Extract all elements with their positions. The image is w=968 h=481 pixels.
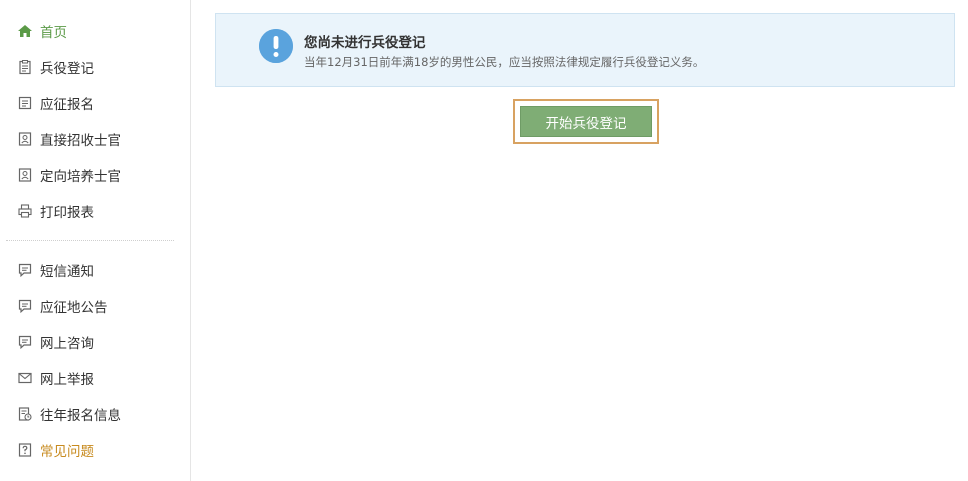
notice-title: 您尚未进行兵役登记 (304, 35, 426, 51)
chat-icon (17, 262, 33, 278)
exclamation-icon (259, 29, 293, 63)
sidebar-item-label: 应征报名 (40, 97, 94, 113)
document-icon (17, 95, 33, 111)
printer-icon (17, 203, 33, 219)
chat-icon (17, 298, 33, 314)
sidebar-item-online-consult[interactable]: 网上咨询 (0, 324, 190, 360)
sidebar-item-label: 应征地公告 (40, 300, 108, 316)
sidebar-item-label: 兵役登记 (40, 61, 94, 77)
sidebar-item-label: 网上咨询 (40, 336, 94, 352)
start-button-highlight-frame: 开始兵役登记 (513, 99, 659, 144)
sidebar-item-label: 短信通知 (40, 264, 94, 280)
sidebar-item-label: 打印报表 (40, 205, 94, 221)
sidebar-item-oriented-nco[interactable]: 定向培养士官 (0, 157, 190, 193)
chat-icon (17, 334, 33, 350)
clipboard-icon (17, 59, 33, 75)
sidebar-main-nav: 首页 兵役登记 应征报名 直接招收士官 定向培养士官 打印报表 (0, 0, 190, 229)
sidebar-item-direct-nco[interactable]: 直接招收士官 (0, 121, 190, 157)
sidebar: 首页 兵役登记 应征报名 直接招收士官 定向培养士官 打印报表 短信通知 应征地… (0, 0, 191, 481)
mail-icon (17, 370, 33, 386)
registration-notice: 您尚未进行兵役登记 当年12月31日前年满18岁的男性公民，应当按照法律规定履行… (215, 13, 955, 87)
sidebar-item-label: 常见问题 (40, 444, 94, 460)
notice-description: 当年12月31日前年满18岁的男性公民，应当按照法律规定履行兵役登记义务。 (304, 55, 705, 69)
sidebar-item-enlistment-signup[interactable]: 应征报名 (0, 85, 190, 121)
history-icon (17, 406, 33, 422)
sidebar-item-local-announcement[interactable]: 应征地公告 (0, 288, 190, 324)
home-icon (17, 23, 33, 39)
main-content: 您尚未进行兵役登记 当年12月31日前年满18岁的男性公民，应当按照法律规定履行… (191, 0, 968, 481)
sidebar-item-faq[interactable]: 常见问题 (0, 432, 190, 468)
sidebar-service-nav: 短信通知 应征地公告 网上咨询 网上举报 往年报名信息 常见问题 (0, 252, 190, 468)
sidebar-item-label: 定向培养士官 (40, 169, 121, 185)
id-card-icon (17, 167, 33, 183)
start-registration-button[interactable]: 开始兵役登记 (520, 106, 652, 137)
sidebar-item-label: 首页 (40, 25, 67, 41)
sidebar-item-print-reports[interactable]: 打印报表 (0, 193, 190, 229)
sidebar-divider (6, 240, 174, 241)
sidebar-item-sms-notice[interactable]: 短信通知 (0, 252, 190, 288)
sidebar-item-label: 网上举报 (40, 372, 94, 388)
sidebar-item-home[interactable]: 首页 (0, 13, 190, 49)
sidebar-item-online-report[interactable]: 网上举报 (0, 360, 190, 396)
sidebar-item-label: 往年报名信息 (40, 408, 121, 424)
id-card-icon (17, 131, 33, 147)
sidebar-item-past-signup-info[interactable]: 往年报名信息 (0, 396, 190, 432)
sidebar-item-label: 直接招收士官 (40, 133, 121, 149)
question-icon (17, 442, 33, 458)
sidebar-item-military-registration[interactable]: 兵役登记 (0, 49, 190, 85)
